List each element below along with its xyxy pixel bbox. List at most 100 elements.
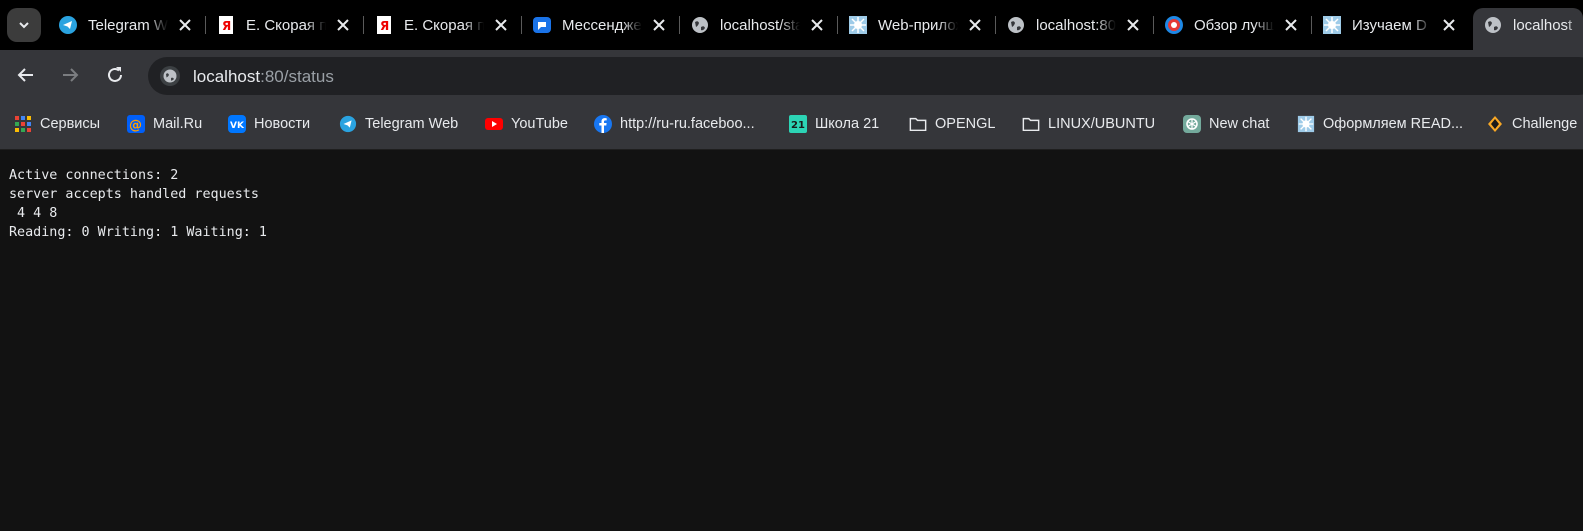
url-text[interactable]: localhost:80/status (193, 67, 334, 87)
url-path: :80/status (260, 67, 334, 86)
tab-title: Мессенджер (562, 16, 642, 34)
bookmark-label: New chat (1209, 116, 1270, 132)
tab-learning[interactable]: Изучаем D (1312, 8, 1470, 42)
page-content: Active connections: 2 server accepts han… (9, 166, 267, 242)
tab-title: Обзор лучших (1194, 16, 1274, 34)
svg-text:@: @ (129, 118, 142, 133)
tab-localhost-80[interactable]: localhost:80 (996, 8, 1154, 42)
reload-button[interactable] (103, 63, 127, 87)
folder-icon (1022, 115, 1040, 133)
close-icon[interactable] (808, 16, 826, 34)
tab-title: Изучаем D (1352, 16, 1427, 34)
chevron-down-icon (19, 22, 29, 29)
bookmark-readme[interactable]: Оформляем READ... (1297, 114, 1463, 134)
bookmarks-bar: Сервисы @ Mail.Ru VK Новости Telegram We… (0, 100, 1583, 150)
forward-button[interactable] (58, 63, 82, 87)
toolbar: localhost:80/status (0, 50, 1583, 100)
bookmark-facebook[interactable]: http://ru-ru.faceboo... (594, 114, 755, 134)
bookmark-mailru[interactable]: @ Mail.Ru (127, 114, 202, 134)
tab-review[interactable]: Обзор лучших (1154, 8, 1312, 42)
bookmark-label: YouTube (511, 116, 568, 132)
tab-yandex-2[interactable]: Я Е. Скорая помощь (364, 8, 522, 42)
youtube-icon (485, 115, 503, 133)
bookmark-telegram[interactable]: Telegram Web (339, 114, 458, 134)
docker-icon (1164, 15, 1184, 35)
tab-messenger[interactable]: Мессенджер (522, 8, 680, 42)
tab-title: Е. Скорая помощь (246, 16, 326, 34)
arrow-right-icon (63, 68, 79, 82)
svg-text:Я: Я (380, 19, 389, 33)
bookmark-label: http://ru-ru.faceboo... (620, 116, 755, 132)
close-icon[interactable] (334, 16, 352, 34)
bookmark-folder-linux[interactable]: LINUX/UBUNTU (1022, 114, 1155, 134)
close-icon[interactable] (176, 16, 194, 34)
back-button[interactable] (14, 63, 38, 87)
bookmark-school21[interactable]: 21 Школа 21 (789, 114, 879, 134)
tab-title: localhost (1513, 16, 1573, 34)
status-counts-line: 4 4 8 (9, 206, 58, 221)
bookmark-services[interactable]: Сервисы (14, 114, 100, 134)
close-icon[interactable] (966, 16, 984, 34)
bookmark-label: Сервисы (40, 116, 101, 132)
tab-title: localhost:80 (1036, 16, 1116, 34)
tab-web-app[interactable]: Web-приложение (838, 8, 996, 42)
bookmark-label: Mail.Ru (153, 116, 203, 132)
tab-title: Web-приложение (878, 16, 958, 34)
bookmark-label: Оформляем READ... (1323, 116, 1464, 132)
reload-icon (108, 67, 122, 82)
globe-icon (1006, 15, 1026, 35)
site-info-icon[interactable] (160, 66, 180, 86)
close-icon[interactable] (1282, 16, 1300, 34)
apps-grid-icon (14, 115, 32, 133)
status-rw-line: Reading: 0 Writing: 1 Waiting: 1 (9, 225, 267, 240)
tab-localhost-active[interactable]: localhost (1473, 8, 1583, 50)
bookmark-label: OPENGL (935, 116, 996, 132)
url-host: localhost (193, 67, 261, 86)
bookmark-news[interactable]: VK Новости (228, 114, 310, 134)
app-icon (1322, 15, 1342, 35)
vk-icon: VK (228, 115, 246, 133)
openai-icon (1183, 115, 1201, 133)
tab-strip: Telegram Web Я Е. Скорая помощь Я Е. Ско… (0, 0, 1583, 50)
close-icon[interactable] (492, 16, 510, 34)
close-icon[interactable] (1440, 16, 1458, 34)
bookmark-label: Challenge (1512, 116, 1578, 132)
bookmark-label: Школа 21 (815, 116, 880, 132)
messenger-icon (532, 15, 552, 35)
app-icon (848, 15, 868, 35)
svg-text:VK: VK (230, 121, 245, 131)
bookmark-label: LINUX/UBUNTU (1048, 116, 1156, 132)
bookmark-youtube[interactable]: YouTube (485, 114, 568, 134)
svg-text:21: 21 (791, 120, 805, 131)
close-icon[interactable] (1124, 16, 1142, 34)
globe-icon (690, 15, 710, 35)
tab-localhost-status[interactable]: localhost/status (680, 8, 838, 42)
yandex-icon: Я (374, 15, 394, 35)
close-icon[interactable] (650, 16, 668, 34)
globe-icon (1483, 15, 1503, 35)
facebook-icon (594, 115, 612, 133)
folder-icon (909, 115, 927, 133)
tab-yandex-1[interactable]: Я Е. Скорая помощь (206, 8, 364, 42)
school21-icon: 21 (789, 115, 807, 133)
tab-search-button[interactable] (7, 8, 41, 42)
status-active-connections: Active connections: 2 (9, 168, 179, 183)
telegram-icon (339, 115, 357, 133)
arrow-left-icon (17, 68, 33, 82)
tab-title: localhost/status (720, 16, 800, 34)
yandex-icon: Я (216, 15, 236, 35)
app-icon (1297, 115, 1315, 133)
telegram-icon (58, 15, 78, 35)
tab-title: Telegram Web (88, 16, 168, 34)
bookmark-new-chat[interactable]: New chat (1183, 114, 1269, 134)
svg-text:Я: Я (222, 19, 231, 33)
tab-title: Е. Скорая помощь (404, 16, 484, 34)
status-header-line: server accepts handled requests (9, 187, 259, 202)
bookmark-folder-opengl[interactable]: OPENGL (909, 114, 995, 134)
challenge-icon (1486, 115, 1504, 133)
bookmark-challenge[interactable]: Challenge (1486, 114, 1577, 134)
bookmark-label: Telegram Web (365, 116, 459, 132)
tab-telegram[interactable]: Telegram Web (48, 8, 206, 42)
address-bar[interactable]: localhost:80/status (148, 57, 1583, 95)
mailru-icon: @ (127, 115, 145, 133)
